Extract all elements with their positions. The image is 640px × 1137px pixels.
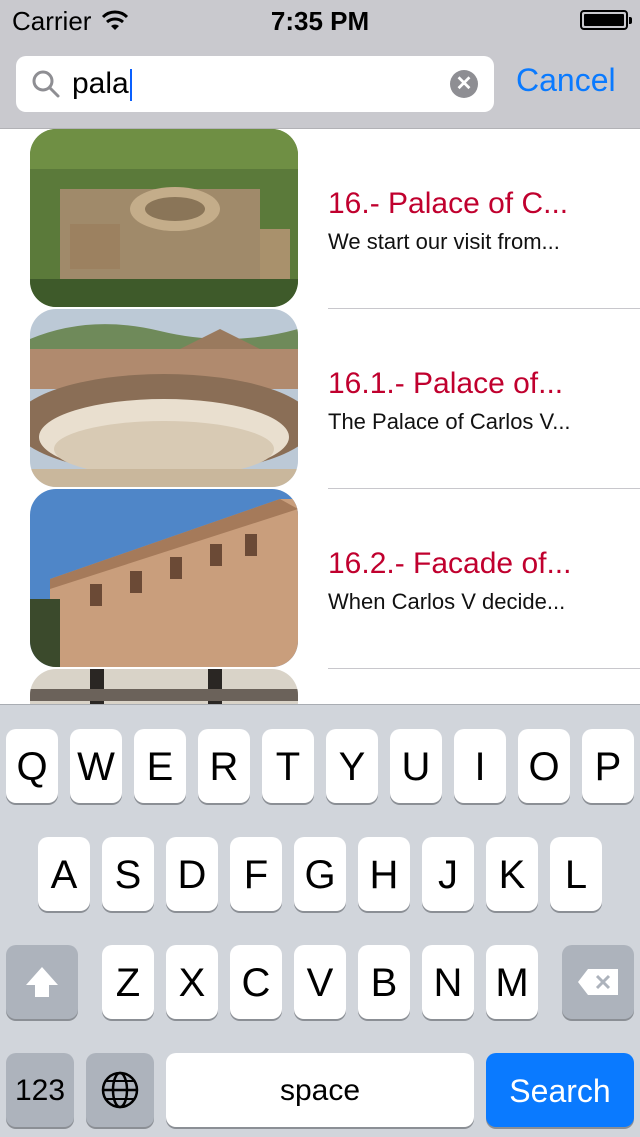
key-b[interactable]: B — [358, 945, 410, 1019]
globe-icon — [101, 1071, 139, 1109]
keyboard: Q W E R T Y U I O P A S D F G H J K L Z … — [0, 704, 640, 1137]
numbers-key[interactable]: 123 — [6, 1053, 74, 1127]
backspace-icon — [578, 969, 618, 995]
key-j[interactable]: J — [422, 837, 474, 911]
key-a[interactable]: A — [38, 837, 90, 911]
thumbnail-image — [30, 309, 298, 487]
clear-icon[interactable]: ✕ — [450, 70, 478, 98]
key-k[interactable]: K — [486, 837, 538, 911]
search-input[interactable]: pala ✕ — [16, 56, 494, 112]
list-item[interactable]: 16.- Palace of C... We start our visit f… — [0, 129, 640, 309]
key-f[interactable]: F — [230, 837, 282, 911]
results-list[interactable]: 16.- Palace of C... We start our visit f… — [0, 129, 640, 704]
list-item[interactable]: 16.1.- Palace of... The Palace of Carlos… — [0, 309, 640, 489]
result-subtitle: We start our visit from... — [328, 229, 560, 254]
result-title: 16.2.- Facade of... — [328, 547, 572, 580]
clock-time: 7:35 PM — [270, 6, 370, 36]
status-bar: Carrier 7:35 PM — [0, 0, 640, 40]
key-x[interactable]: X — [166, 945, 218, 1019]
key-e[interactable]: E — [134, 729, 186, 803]
search-header: Carrier 7:35 PM pala ✕ Cancel — [0, 0, 640, 129]
key-u[interactable]: U — [390, 729, 442, 803]
shift-icon — [26, 967, 58, 997]
key-l[interactable]: L — [550, 837, 602, 911]
backspace-key[interactable] — [562, 945, 634, 1019]
key-c[interactable]: C — [230, 945, 282, 1019]
result-title: 16.1.- Palace of... — [328, 367, 564, 400]
globe-key[interactable] — [86, 1053, 154, 1127]
key-q[interactable]: Q — [6, 729, 58, 803]
search-query-text[interactable]: pala — [72, 67, 132, 102]
key-h[interactable]: H — [358, 837, 410, 911]
key-s[interactable]: S — [102, 837, 154, 911]
space-key[interactable]: space — [166, 1053, 474, 1127]
key-y[interactable]: Y — [326, 729, 378, 803]
result-title: 16.- Palace of C... — [328, 187, 569, 220]
key-o[interactable]: O — [518, 729, 570, 803]
thumbnail-image — [30, 669, 298, 704]
key-m[interactable]: M — [486, 945, 538, 1019]
key-r[interactable]: R — [198, 729, 250, 803]
search-icon — [32, 70, 60, 98]
list-item[interactable]: 16.2.- Facade of... When Carlos V decide… — [0, 489, 640, 669]
key-w[interactable]: W — [70, 729, 122, 803]
key-d[interactable]: D — [166, 837, 218, 911]
key-g[interactable]: G — [294, 837, 346, 911]
shift-key[interactable] — [6, 945, 78, 1019]
key-v[interactable]: V — [294, 945, 346, 1019]
key-i[interactable]: I — [454, 729, 506, 803]
thumbnail-image — [30, 129, 298, 307]
cancel-button[interactable]: Cancel — [516, 62, 616, 99]
result-subtitle: When Carlos V decide... — [328, 589, 566, 614]
key-p[interactable]: P — [582, 729, 634, 803]
key-n[interactable]: N — [422, 945, 474, 1019]
search-key[interactable]: Search — [486, 1053, 634, 1127]
result-subtitle: The Palace of Carlos V... — [328, 409, 571, 434]
list-item[interactable] — [0, 669, 640, 704]
key-z[interactable]: Z — [102, 945, 154, 1019]
thumbnail-image — [30, 489, 298, 667]
key-t[interactable]: T — [262, 729, 314, 803]
battery-icon — [580, 10, 632, 30]
